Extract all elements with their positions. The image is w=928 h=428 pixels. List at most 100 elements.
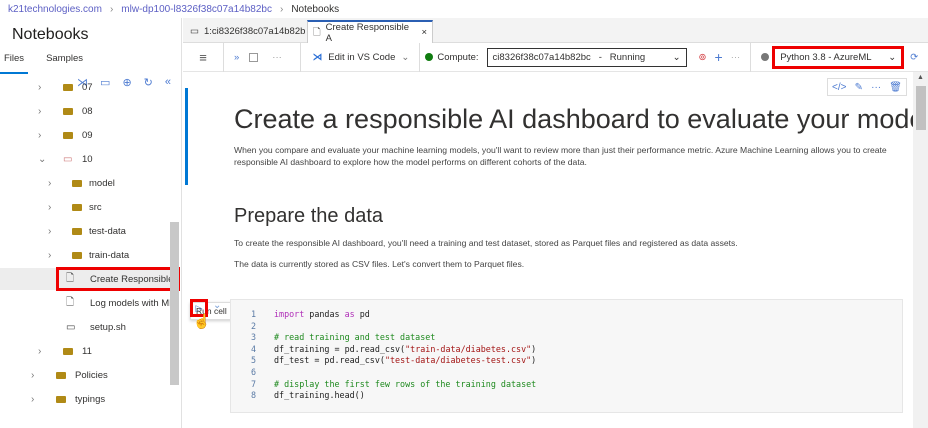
stop-icon[interactable]: [249, 52, 259, 62]
notebook-icon: 🗋: [313, 26, 321, 38]
vscode-icon: ⋊: [312, 51, 323, 63]
folder-icon: [63, 107, 73, 115]
notebook-toolbar: ≡ » ··· ⋊ Edit in VS Code ⌄ Compute: ci8…: [183, 42, 928, 72]
line-number: 6: [251, 367, 257, 377]
tree-item-label: setup.sh: [90, 321, 126, 333]
line-number: 5: [251, 355, 257, 366]
folder-icon: [63, 83, 73, 91]
chevron-right-icon[interactable]: ›: [38, 130, 41, 141]
tree-item[interactable]: ⌄ ▭ 10: [0, 148, 170, 170]
tree-item[interactable]: › Policies: [0, 364, 170, 386]
highlight-box: [56, 267, 180, 291]
sidebar-title: Notebooks: [12, 26, 89, 43]
more-icon[interactable]: ···: [272, 52, 282, 63]
chevron-down-icon[interactable]: ⌄: [213, 300, 221, 311]
chevron-right-icon[interactable]: ›: [38, 106, 41, 117]
edit-icon[interactable]: ✎: [855, 82, 863, 93]
paragraph: To create the responsible AI dashboard, …: [234, 238, 738, 248]
delete-icon[interactable]: 🗑: [889, 82, 902, 93]
tree-item-label: typings: [75, 393, 106, 405]
folder-open-icon: ▭: [63, 153, 73, 165]
intro-text: When you compare and evaluate your machi…: [234, 145, 887, 167]
chevron-right-icon: ›: [279, 3, 284, 15]
tree-item-label: test-data: [89, 225, 126, 237]
line-number: 4: [251, 343, 257, 354]
tree-item[interactable]: › typings: [0, 388, 170, 410]
code-line: df_training = pd.read_csv("train-data/di…: [274, 343, 537, 354]
kernel-select[interactable]: Python 3.8 - AzureML ⌄: [772, 45, 905, 69]
edit-in-vscode-button[interactable]: Edit in VS Code: [328, 52, 395, 63]
more-icon[interactable]: ···: [871, 82, 881, 93]
tree-item[interactable]: › test-data: [0, 220, 170, 242]
sidebar-scrollbar[interactable]: [170, 222, 179, 385]
breadcrumb-current: Notebooks: [291, 3, 340, 15]
folder-icon: [63, 131, 73, 139]
tree-item[interactable]: › model: [0, 172, 170, 194]
tree-item[interactable]: › src: [0, 196, 170, 218]
folder-icon: [72, 227, 82, 235]
terminal-icon: ▭: [66, 321, 76, 333]
chevron-down-icon: ⌄: [888, 51, 897, 63]
tab-samples[interactable]: Samples: [42, 52, 87, 74]
tree-item[interactable]: › 11: [0, 340, 170, 362]
line-number: 1: [251, 309, 257, 319]
tree-item-label: 09: [82, 129, 93, 141]
tab-notebook[interactable]: 🗋 Create Responsible A ×: [307, 20, 433, 44]
more-icon[interactable]: ···: [731, 52, 741, 63]
chevron-right-icon[interactable]: ›: [48, 178, 51, 189]
tree-item[interactable]: › train-data: [0, 244, 170, 266]
active-cell-indicator: [185, 88, 188, 185]
chevron-right-icon: ›: [109, 3, 114, 15]
tree-item[interactable]: › 08: [0, 100, 170, 122]
tree-item-label: src: [89, 201, 102, 213]
chevron-right-icon[interactable]: ›: [48, 250, 51, 261]
tree-item-label: 10: [82, 153, 93, 165]
code-cell[interactable]: 1 import pandas as pd 2 3 # read training an…: [230, 299, 903, 413]
kernel-status-icon: [761, 53, 770, 61]
tree-item[interactable]: › 07: [0, 76, 170, 98]
tree-item-label: train-data: [89, 249, 130, 261]
code-icon[interactable]: </>: [832, 82, 846, 93]
stop-compute-icon[interactable]: ⊚: [699, 52, 707, 63]
breadcrumb: k21technologies.com › mlw-dp100-l8326f38c…: [0, 0, 928, 18]
cell-toolbar: </> ✎ ··· 🗑: [827, 78, 907, 96]
tree-item[interactable]: 🗋 Log models with Ml: [0, 292, 171, 314]
kernel-refresh-icon[interactable]: ⟳: [910, 52, 918, 63]
tree-item-label: 08: [82, 105, 93, 117]
chevron-right-icon[interactable]: ›: [38, 82, 41, 93]
chevron-right-icon[interactable]: ›: [48, 202, 51, 213]
tree-item[interactable]: 🗋 Create Responsible: [0, 267, 180, 291]
chevron-right-icon[interactable]: ›: [31, 394, 34, 405]
chevron-down-icon[interactable]: ⌄: [38, 154, 46, 165]
folder-icon: [56, 395, 66, 403]
tree-item[interactable]: › 09: [0, 124, 170, 146]
scroll-up-icon[interactable]: ▲: [917, 74, 924, 81]
add-icon[interactable]: +: [715, 49, 723, 65]
folder-icon: [63, 347, 73, 355]
breadcrumb-workspace[interactable]: mlw-dp100-l8326f38c07a14b82bc: [121, 4, 272, 15]
compute-label: Compute:: [437, 51, 479, 63]
menu-icon[interactable]: ≡: [183, 50, 223, 65]
compute-select[interactable]: ci8326f38c07a14b82bc - Running ⌄: [486, 47, 687, 67]
code-line: df_training.head(): [274, 390, 365, 401]
chevron-right-icon[interactable]: ›: [38, 346, 41, 357]
line-number: 2: [251, 320, 257, 331]
breadcrumb-directory[interactable]: k21technologies.com: [8, 4, 102, 15]
close-icon[interactable]: ×: [421, 27, 427, 38]
chevron-down-icon: ⌄: [672, 51, 681, 63]
run-all-icon[interactable]: »: [234, 52, 239, 63]
folder-icon: [56, 371, 66, 379]
scrollbar-thumb[interactable]: [916, 86, 926, 130]
tree-item-label: model: [89, 177, 115, 189]
chevron-down-icon[interactable]: ⌄: [401, 52, 409, 63]
chevron-right-icon[interactable]: ›: [31, 370, 34, 381]
section-heading: Prepare the data: [234, 205, 383, 227]
chevron-right-icon[interactable]: ›: [48, 226, 51, 237]
folder-icon: [72, 203, 82, 211]
tree-item-label: Policies: [75, 369, 108, 381]
tab-terminal[interactable]: ▭1:ci8326f38c07a14b82b×: [185, 20, 321, 43]
tree-item[interactable]: ▭ setup.sh: [0, 316, 170, 338]
code-line: # display the first few rows of the trai…: [274, 378, 537, 389]
tab-files[interactable]: Files: [0, 52, 29, 74]
code-line: # read training and test dataset: [274, 332, 436, 343]
